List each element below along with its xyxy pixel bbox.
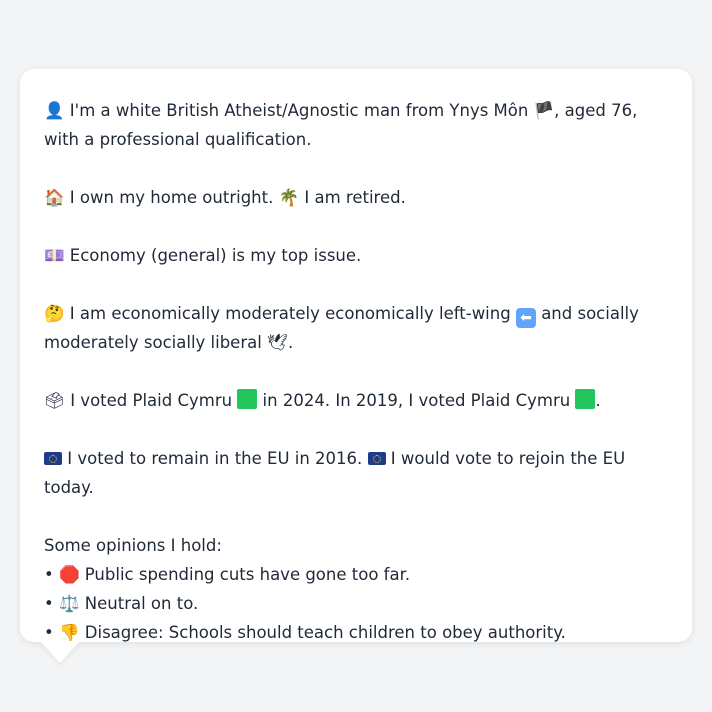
list-item: • 🛑 Public spending cuts have gone too f…	[44, 560, 668, 589]
palm-tree-icon: 🌴	[278, 188, 300, 207]
person-icon: 👤	[44, 101, 65, 120]
ideology-line: 🤔 I am economically moderately economica…	[44, 299, 668, 357]
eu-line: I voted to remain in the EU in 2016. I w…	[44, 444, 668, 502]
top-issue-line: 💷 Economy (general) is my top issue.	[44, 241, 668, 270]
ideology-text: I am economically moderately economicall…	[64, 304, 516, 323]
thumbs-down-icon: 👎	[58, 623, 80, 642]
vote-2019-text: in 2024. In 2019, I voted Plaid Cymru	[257, 391, 576, 410]
persona-message-bubble: 👤 I'm a white British Atheist/Agnostic m…	[20, 69, 692, 642]
thinking-face-icon: 🤔	[44, 304, 65, 323]
opinions-section: Some opinions I hold: • 🛑 Public spendin…	[44, 531, 668, 647]
ballot-box-icon: 🗳	[44, 391, 65, 410]
eu-flag-icon	[367, 452, 386, 465]
eu-remain-text: I voted to remain in the EU in 2016.	[62, 449, 368, 468]
wales-flag-icon: 🏴	[533, 101, 555, 120]
green-square-icon	[237, 389, 258, 409]
identity-line: 👤 I'm a white British Atheist/Agnostic m…	[44, 96, 668, 154]
banknote-icon: 💷	[44, 246, 65, 265]
list-item: • ⚖️ Neutral on to.	[44, 589, 668, 618]
opinion-text: Public spending cuts have gone too far.	[79, 565, 411, 584]
bullet: •	[44, 594, 59, 613]
green-square-icon	[575, 389, 596, 409]
opinions-heading: Some opinions I hold:	[44, 536, 222, 555]
eu-flag-icon	[44, 452, 62, 465]
voting-line: 🗳 I voted Plaid Cymru in 2024. In 2019, …	[44, 386, 668, 415]
house-icon: 🏠	[44, 188, 65, 207]
housing-line: 🏠 I own my home outright. 🌴 I am retired…	[44, 183, 668, 212]
bubble-tail	[40, 641, 80, 663]
opinion-text: Neutral on to.	[79, 594, 199, 613]
dove-icon: 🕊	[267, 333, 289, 352]
ideology-text-end: .	[288, 333, 294, 352]
retired-text: I am retired.	[299, 188, 406, 207]
list-item: • 👎 Disagree: Schools should teach child…	[44, 618, 668, 647]
left-arrow-icon: ⬅	[515, 308, 536, 328]
top-issue-text: Economy (general) is my top issue.	[64, 246, 362, 265]
opinion-text: Disagree: Schools should teach children …	[79, 623, 566, 642]
housing-text: I own my home outright.	[64, 188, 279, 207]
vote-2024-text: I voted Plaid Cymru	[64, 391, 238, 410]
scales-icon: ⚖️	[58, 594, 80, 613]
opinions-list: • 🛑 Public spending cuts have gone too f…	[44, 560, 668, 647]
bullet: •	[44, 565, 59, 584]
identity-text: I'm a white British Atheist/Agnostic man…	[64, 101, 534, 120]
stop-sign-icon: 🛑	[58, 565, 80, 584]
vote-text-end: .	[595, 391, 601, 410]
bullet: •	[44, 623, 59, 642]
